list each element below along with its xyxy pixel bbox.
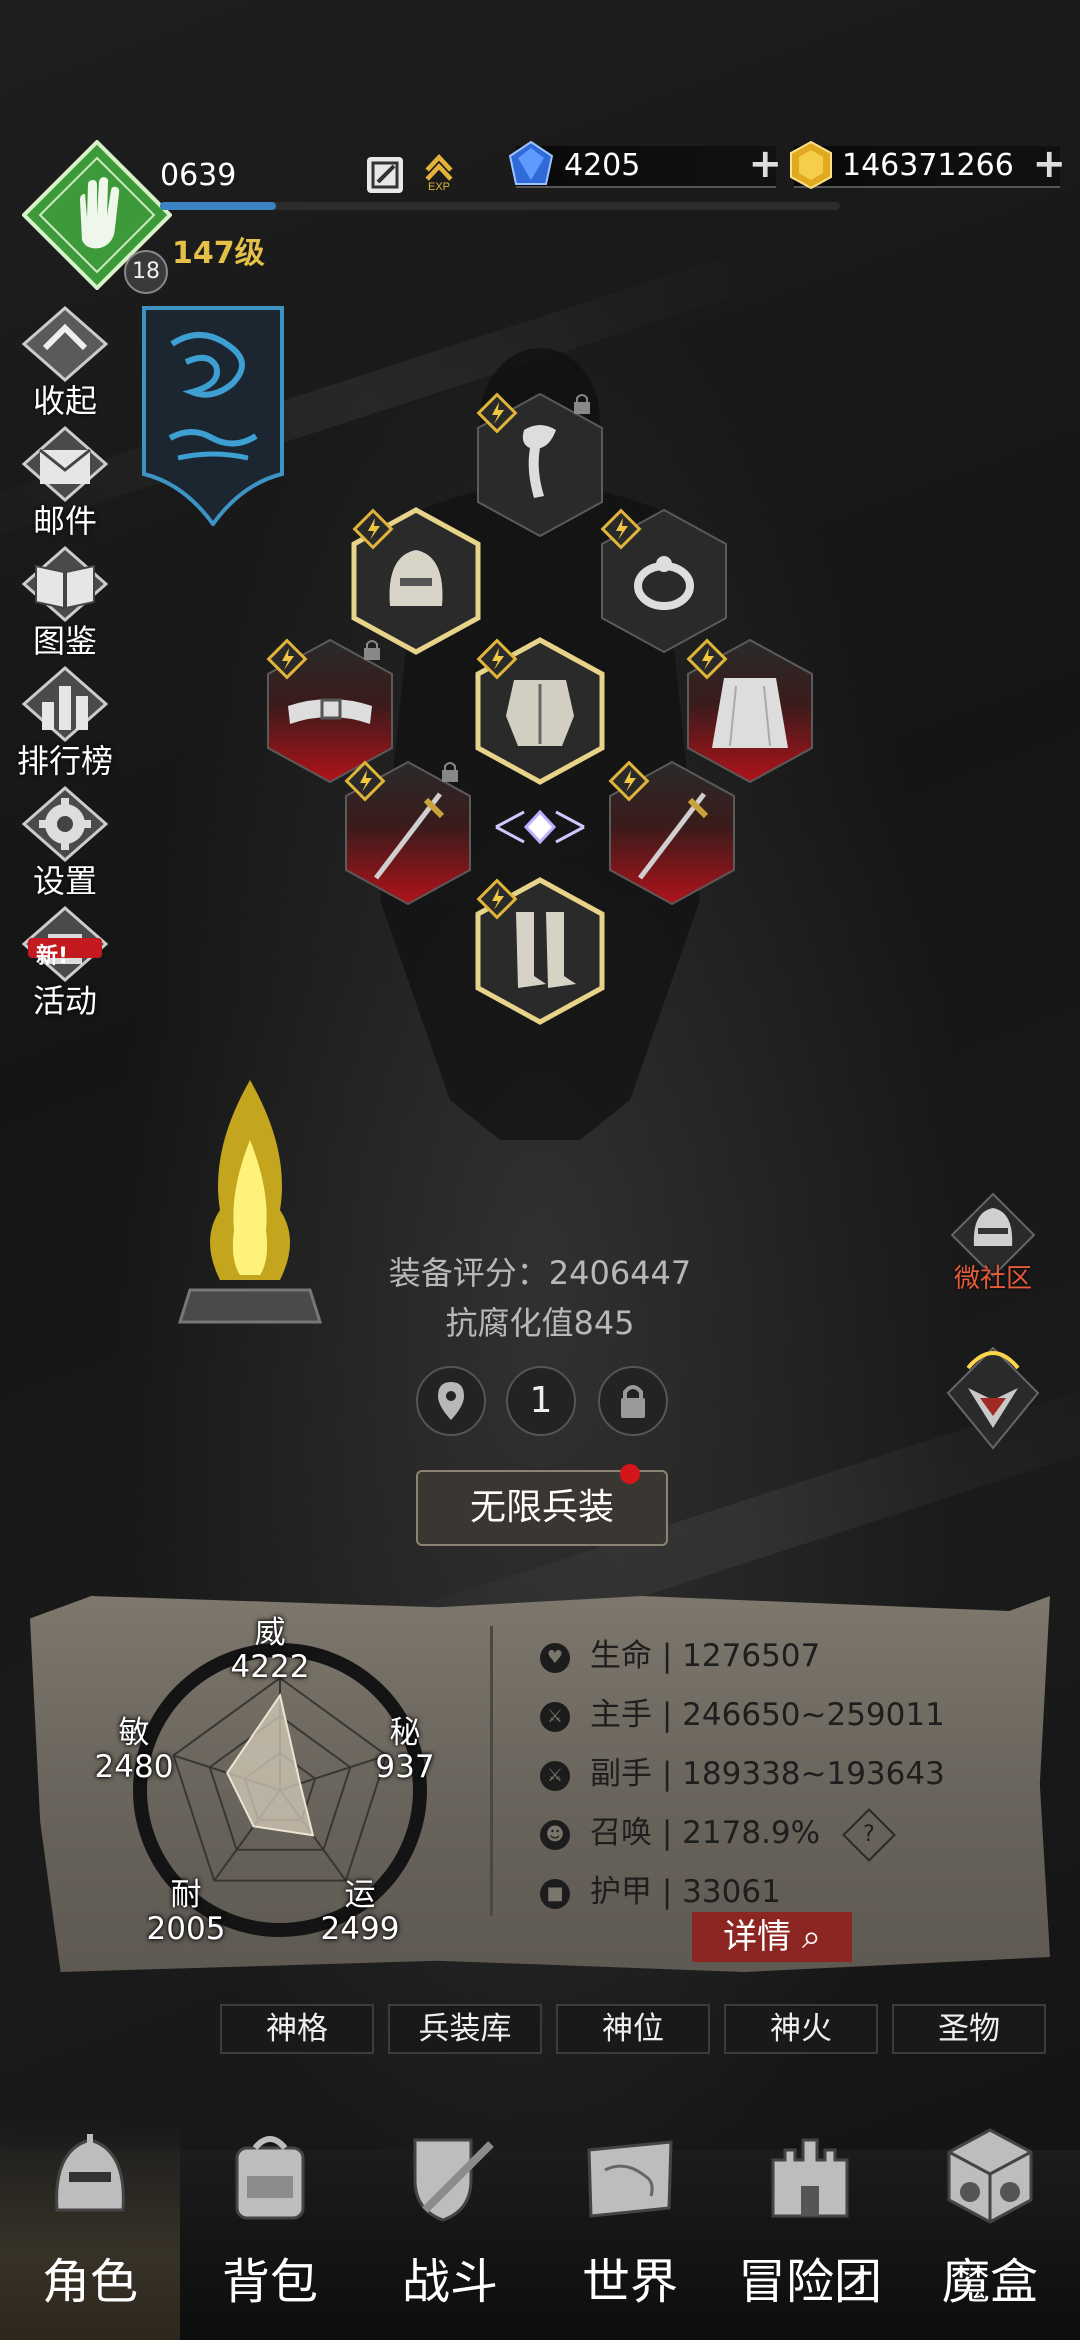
radar-label-min: 敏 2480: [94, 1715, 174, 1785]
side-menu-label: 排行榜: [16, 742, 113, 780]
player-level: 147级: [172, 236, 265, 271]
sword-shield-icon: [413, 2138, 494, 2222]
radar-label-nai: 耐 2005: [146, 1877, 226, 1947]
rename-icon[interactable]: [364, 154, 406, 196]
radar-label-wei: 威 4222: [230, 1615, 310, 1685]
tab-god-fire[interactable]: 神火: [724, 2004, 878, 2054]
side-menu-codex[interactable]: 图鉴: [10, 544, 120, 662]
equipment-slot-scarf[interactable]: [474, 390, 606, 540]
gem-counter: 4205 +: [508, 140, 782, 188]
stat-row-hp: ♥ 生命 | 1276507: [540, 1630, 820, 1675]
equipment-slot-main-weapon[interactable]: [342, 758, 474, 908]
side-menu-collapse[interactable]: 收起: [10, 304, 120, 422]
helmet-icon: [55, 2134, 125, 2212]
nav-label: 背包: [221, 2254, 318, 2310]
nav-label: 角色: [41, 2254, 138, 2310]
equipment-slot-off-weapon[interactable]: [606, 758, 738, 908]
community-label: 微社区: [953, 1264, 1032, 1294]
sword-icon: [608, 760, 735, 906]
tab-relics[interactable]: 圣物: [892, 2004, 1046, 2054]
book-icon: [21, 546, 109, 622]
community-button[interactable]: 微社区: [938, 1190, 1048, 1295]
main-hand-icon: ⚔: [540, 1701, 570, 1732]
location-pin-icon: [438, 1382, 464, 1420]
svg-text:EXP: EXP: [428, 181, 450, 192]
gold-icon: [790, 140, 832, 190]
armor-icon: [475, 637, 605, 785]
heart-icon: ♥: [540, 1642, 570, 1673]
backpack-icon: [235, 2136, 305, 2220]
crest-button[interactable]: [938, 1338, 1048, 1458]
equipment-score: 装备评分：2406447: [388, 1254, 692, 1292]
nav-magic-box[interactable]: 魔盒: [900, 2120, 1080, 2340]
tab-divinity[interactable]: 神格: [220, 2004, 374, 2054]
mail-icon: [21, 426, 109, 502]
summon-icon: ☻: [540, 1819, 570, 1850]
stat-row-off-hand: ⚔ 副手 | 189338~193643: [540, 1748, 945, 1793]
gold-counter: 146371266 +: [790, 140, 1066, 190]
equipment-slot-armor[interactable]: [474, 636, 606, 786]
side-menu-events[interactable]: 新! 活动: [10, 904, 120, 1022]
nav-label: 冒险团: [737, 2254, 882, 2310]
gold-value: 146371266: [842, 148, 1014, 183]
lock-icon: [621, 1385, 645, 1418]
equipment-swap-icon[interactable]: [488, 804, 592, 850]
collapse-icon: [21, 306, 109, 382]
armor-icon: ■: [540, 1878, 570, 1909]
guild-banner[interactable]: [142, 304, 284, 526]
stat-row-armor: ■ 护甲 | 33061: [540, 1866, 781, 1911]
nav-world[interactable]: 世界: [540, 2120, 720, 2340]
nav-label: 世界: [581, 2254, 678, 2310]
ring-icon: [600, 508, 727, 654]
gear-icon: [21, 786, 109, 862]
panel-divider: [490, 1626, 493, 1916]
map-scroll-icon: [587, 2140, 673, 2218]
nav-character[interactable]: 角色: [0, 2120, 180, 2340]
boots-icon: [475, 877, 605, 1025]
nav-bag[interactable]: 背包: [180, 2120, 360, 2340]
scarf-icon: [476, 392, 603, 538]
location-pin-button[interactable]: [416, 1366, 486, 1436]
off-hand-icon: ⚔: [540, 1760, 570, 1791]
nav-label: 战斗: [401, 2254, 498, 2310]
help-icon[interactable]: ?: [842, 1807, 896, 1862]
details-button[interactable]: 详情 ⌕: [692, 1912, 852, 1962]
radar-label-mi: 秘 937: [375, 1715, 435, 1785]
cube-icon: [947, 2128, 1033, 2224]
magnifier-icon: ⌕: [801, 1917, 821, 1957]
radar-label-yun: 运 2499: [320, 1877, 400, 1947]
equipment-slot-ring[interactable]: [598, 506, 730, 656]
side-menu-mail[interactable]: 邮件: [10, 424, 120, 542]
nav-adventure-team[interactable]: 冒险团: [720, 2120, 900, 2340]
side-menu-ranking[interactable]: 排行榜: [10, 664, 120, 782]
tab-armory[interactable]: 兵装库: [388, 2004, 542, 2054]
locked-page-button[interactable]: [598, 1366, 668, 1436]
new-badge: 新!: [36, 944, 69, 969]
nav-battle[interactable]: 战斗: [360, 2120, 540, 2340]
gem-value: 4205: [564, 148, 641, 183]
stat-row-main-hand: ⚔ 主手 | 246650~259011: [540, 1689, 945, 1734]
tab-god-rank[interactable]: 神位: [556, 2004, 710, 2054]
castle-icon: [771, 2138, 849, 2218]
stat-row-summon: ☻ 召唤 | 2178.9% ?: [540, 1807, 896, 1862]
side-menu-settings[interactable]: 设置: [10, 784, 120, 902]
gem-icon: [508, 140, 554, 185]
add-gems-button[interactable]: +: [748, 144, 782, 184]
notification-dot: [620, 1464, 640, 1484]
loadout-page-button[interactable]: 1: [506, 1366, 576, 1436]
sword-icon: [344, 760, 471, 906]
ranking-icon: [21, 666, 109, 742]
equipment-slot-helmet[interactable]: [350, 506, 482, 656]
exp-bar: [160, 202, 840, 210]
player-id: 0639: [160, 158, 237, 193]
exp-boost-icon[interactable]: EXP: [418, 150, 460, 192]
corruption-resistance: 抗腐化值845: [445, 1304, 635, 1342]
add-gold-button[interactable]: +: [1032, 144, 1066, 184]
rank-badge: 18: [124, 250, 168, 294]
nav-label: 魔盒: [941, 2254, 1038, 2310]
helmet-icon: [351, 507, 481, 655]
equipment-slot-boots[interactable]: [474, 876, 606, 1026]
